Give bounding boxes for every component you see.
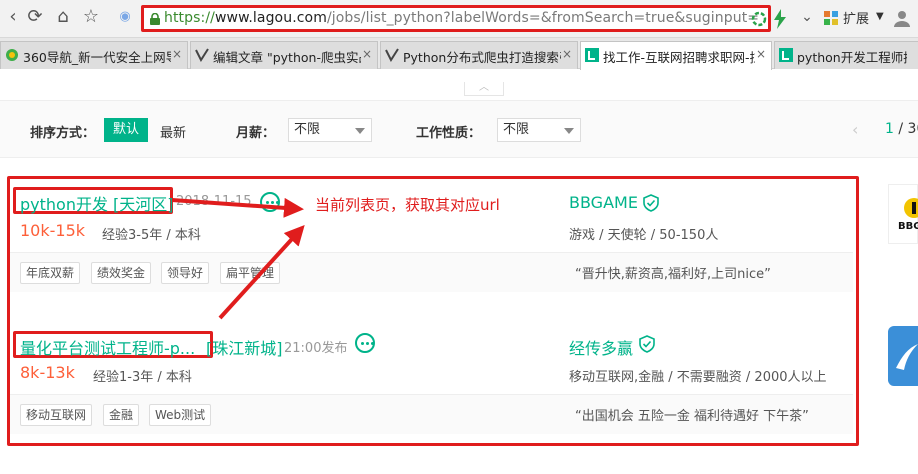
requirement: 经验3-5年 / 本科: [102, 228, 201, 243]
caret-down-icon: [355, 128, 365, 134]
lagou-logo-icon: [585, 48, 599, 62]
filter-bar: 排序方式： 默认 最新 月薪： 不限 工作性质： 不限 ‹ 1 / 30: [0, 100, 918, 158]
job-card[interactable]: 量化平台测试工程师-p... [珠江新城] 21:00发布 8k-13k 经验1…: [10, 322, 853, 440]
close-icon[interactable]: ×: [362, 47, 372, 61]
annotation-text: 当前列表页，获取其对应url: [315, 196, 500, 214]
jobtype-select[interactable]: 不限: [497, 118, 581, 142]
user-icon[interactable]: [892, 8, 912, 28]
company-name-link[interactable]: BBGAME: [569, 193, 638, 212]
reload-icon[interactable]: ⟳: [24, 6, 46, 28]
lagou-logo-icon: [779, 48, 793, 62]
tags-row: 年底双薪 绩效奖金 领导好 扁平管理 “晋升快,薪资高,福利好,上司nice”: [10, 252, 853, 292]
tab-lagou-jobs[interactable]: 找工作-互联网招聘求职网-拉勾网 ×: [580, 41, 772, 70]
job-tag: 领导好: [161, 262, 210, 284]
jingchuan-logo-icon: [896, 344, 918, 370]
job-title-link[interactable]: python开发 [天河区]: [20, 191, 174, 215]
browser-toolbar: ‹ ⟳ ⌂ ☆ ◉ https://www.lagou.com/jobs/lis…: [0, 0, 918, 38]
jobtype-label: 工作性质：: [416, 126, 482, 141]
tab-360-nav[interactable]: 360导航_新一代安全上网导航 ×: [0, 41, 188, 69]
lock-icon: [150, 13, 160, 25]
bookmark-star-icon[interactable]: ☆: [80, 6, 102, 28]
pager: 1 / 30: [885, 121, 918, 137]
tab-python-engineer[interactable]: python开发工程师招聘: [774, 41, 918, 69]
company-logo[interactable]: [888, 326, 918, 386]
chat-icon[interactable]: [355, 333, 375, 353]
back-icon[interactable]: ‹: [2, 6, 24, 28]
company-industry: 移动互联网,金融 / 不需要融资 / 2000人以上: [569, 370, 827, 385]
sort-label: 排序方式：: [30, 126, 96, 141]
editor-logo-icon: [195, 48, 209, 62]
publish-time: 21:00发布: [284, 341, 348, 356]
chat-icon[interactable]: [260, 192, 280, 212]
verified-shield-icon: [639, 335, 655, 353]
tab-python-crawler[interactable]: Python分布式爬虫打造搜索引擎 ×: [380, 41, 578, 69]
home-icon[interactable]: ⌂: [52, 6, 74, 28]
close-icon[interactable]: ×: [172, 47, 182, 61]
job-title-link[interactable]: 量化平台测试工程师-p...: [20, 335, 195, 359]
sort-latest-button[interactable]: 最新: [160, 122, 186, 141]
job-tag: Web测试: [149, 404, 212, 426]
company-slogan: “出国机会 五险一金 福利待遇好 下午茶”: [575, 409, 809, 424]
job-tag: 年底双薪: [20, 262, 81, 284]
job-tag: 移动互联网: [20, 404, 93, 426]
extensions-label[interactable]: 扩展: [843, 8, 869, 27]
pager-prev-icon[interactable]: ‹: [852, 120, 858, 139]
verified-shield-icon: [643, 194, 659, 212]
company-name-link[interactable]: 经传多赢: [569, 335, 633, 359]
tab-strip: 360导航_新一代安全上网导航 × 编辑文章 "python-爬虫实战" × P…: [0, 38, 918, 70]
site-info-icon[interactable]: ◉: [114, 6, 136, 28]
company-logo[interactable]: BBG: [888, 184, 918, 244]
extensions-caret-icon[interactable]: ▼: [876, 11, 884, 22]
lightning-icon[interactable]: [773, 9, 787, 29]
loading-spinner-icon: [751, 11, 767, 27]
close-icon[interactable]: ×: [562, 47, 572, 61]
collapse-chevron-icon[interactable]: ︿: [464, 82, 504, 96]
address-bar[interactable]: https://www.lagou.com/jobs/list_python?l…: [141, 5, 771, 32]
publish-time: 2018-11-15: [176, 194, 252, 209]
job-tag: 金融: [103, 404, 140, 426]
extensions-icon[interactable]: [824, 11, 839, 26]
caret-down-icon: [564, 128, 574, 134]
tab-edit-article[interactable]: 编辑文章 "python-爬虫实战" ×: [190, 41, 378, 69]
salary-select[interactable]: 不限: [288, 118, 372, 142]
360-logo-icon: [6, 49, 18, 61]
job-tag: 扁平管理: [220, 262, 281, 284]
close-icon[interactable]: ×: [756, 47, 766, 61]
dropdown-chevron-icon[interactable]: ⌄: [796, 6, 818, 28]
job-tag: 绩效奖金: [91, 262, 152, 284]
tags-row: 移动互联网 金融 Web测试 “出国机会 五险一金 福利待遇好 下午茶”: [10, 394, 853, 434]
bbgame-logo-icon: [904, 198, 918, 218]
url-text: https://www.lagou.com/jobs/list_python?l…: [164, 10, 760, 26]
salary-label: 月薪：: [236, 126, 276, 141]
company-industry: 游戏 / 天使轮 / 50-150人: [569, 228, 719, 243]
editor-logo-icon: [385, 48, 399, 62]
company-slogan: “晋升快,薪资高,福利好,上司nice”: [575, 267, 771, 282]
company-logo-text: BBG: [898, 221, 918, 232]
salary: 10k-15k: [20, 221, 86, 240]
salary: 8k-13k: [20, 363, 75, 382]
sort-default-button[interactable]: 默认: [104, 118, 148, 142]
requirement: 经验1-3年 / 本科: [93, 370, 192, 385]
job-district: [珠江新城]: [206, 339, 283, 358]
